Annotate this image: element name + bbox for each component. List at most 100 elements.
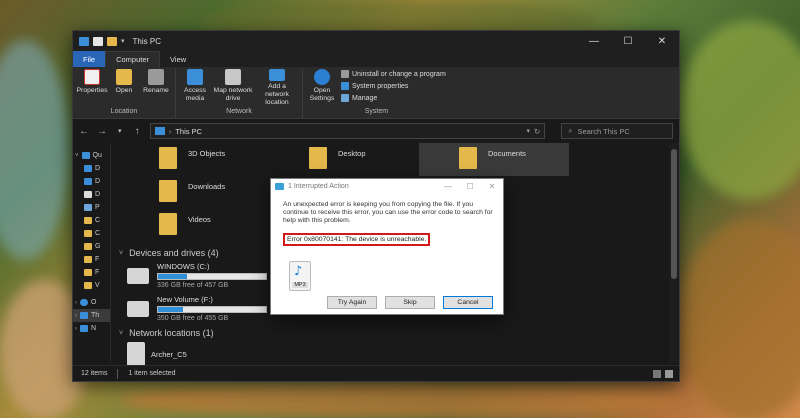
maximize-button[interactable]: ☐ bbox=[611, 31, 645, 51]
navigation-pane: ˅ Qu D D D P C C G F F V › O › Th › N bbox=[73, 143, 111, 363]
folder-icon bbox=[84, 282, 92, 289]
nav-item[interactable]: P bbox=[73, 201, 110, 214]
large-icons-view-icon[interactable] bbox=[665, 369, 673, 378]
maximize-button[interactable]: ☐ bbox=[459, 179, 481, 193]
dialog-message: An unexpected error is keeping you from … bbox=[283, 201, 493, 224]
tab-file[interactable]: File bbox=[73, 51, 106, 67]
file-type-label: MP3 bbox=[292, 282, 308, 288]
title-bar[interactable]: ▾ This PC — ☐ ✕ bbox=[73, 31, 679, 51]
recent-locations-icon[interactable]: ▾ bbox=[115, 127, 124, 135]
wallpaper-water bbox=[0, 40, 70, 260]
ribbon-group-location: Properties Open Rename Location bbox=[73, 69, 176, 118]
open-button[interactable]: Open bbox=[109, 69, 139, 107]
wallpaper-leaves bbox=[120, 380, 680, 418]
error-message: Error 0x80070141: The device is unreacha… bbox=[283, 233, 431, 246]
nav-item-this-pc[interactable]: › Th bbox=[73, 309, 110, 322]
add-network-location-button[interactable]: Add a network location bbox=[256, 69, 298, 107]
ribbon-tabs: File Computer View bbox=[73, 51, 679, 67]
view-toggle bbox=[653, 369, 679, 378]
uninstall-program-button[interactable]: Uninstall or change a program bbox=[341, 69, 446, 79]
group-label-system: System bbox=[364, 108, 389, 115]
new-folder-icon[interactable] bbox=[107, 36, 117, 46]
nav-label: G bbox=[95, 243, 101, 250]
details-view-icon[interactable] bbox=[653, 369, 661, 378]
chevron-down-icon: ˅ bbox=[119, 329, 124, 337]
dialog-title-bar[interactable]: 1 Interrupted Action — ☐ ✕ bbox=[271, 179, 503, 193]
close-button[interactable]: ✕ bbox=[481, 179, 503, 193]
dialog-controls: — ☐ ✕ bbox=[437, 179, 503, 193]
windows-drive-icon bbox=[127, 268, 149, 284]
this-pc-icon bbox=[80, 312, 88, 319]
properties-button[interactable]: Properties bbox=[77, 69, 108, 107]
tab-view[interactable]: View bbox=[160, 51, 196, 67]
map-network-drive-button[interactable]: Map network drive bbox=[212, 69, 254, 107]
desktop-icon bbox=[84, 165, 92, 172]
nav-item[interactable]: D bbox=[73, 162, 110, 175]
nav-item[interactable]: D bbox=[73, 175, 110, 188]
open-settings-button[interactable]: Open Settings bbox=[307, 69, 337, 107]
folder-label: Downloads bbox=[188, 182, 226, 191]
nav-item[interactable]: V bbox=[73, 279, 110, 292]
drive-free-space: 350 GB free of 455 GB bbox=[157, 315, 229, 322]
address-bar[interactable]: › This PC ▾ ↻ bbox=[149, 123, 546, 139]
interrupted-action-dialog: 1 Interrupted Action — ☐ ✕ An unexpected… bbox=[270, 178, 504, 315]
nav-item-onedrive[interactable]: › O bbox=[73, 296, 110, 309]
nav-label: N bbox=[91, 325, 97, 332]
nav-label: C bbox=[95, 230, 101, 237]
folder-item-downloads[interactable]: Downloads bbox=[119, 176, 269, 209]
cancel-button[interactable]: Cancel bbox=[443, 296, 493, 309]
properties-icon[interactable] bbox=[93, 36, 103, 46]
network-server-icon bbox=[127, 342, 145, 366]
nav-item-quick-access[interactable]: ˅ Qu bbox=[73, 149, 110, 162]
search-input[interactable]: ⌕ Search This PC bbox=[561, 123, 674, 139]
drive-usage-bar bbox=[157, 273, 267, 280]
minimize-button[interactable]: — bbox=[577, 31, 611, 51]
scrollbar-thumb[interactable] bbox=[671, 149, 677, 279]
nav-item[interactable]: C bbox=[73, 227, 110, 240]
manage-button[interactable]: Manage bbox=[341, 93, 446, 103]
downloads-icon bbox=[84, 178, 92, 185]
access-media-button[interactable]: Access media bbox=[180, 69, 210, 107]
nav-label: O bbox=[91, 299, 97, 306]
nav-item[interactable]: F bbox=[73, 253, 110, 266]
network-location-label: Archer_C5 bbox=[151, 349, 187, 359]
folder-item-desktop[interactable]: Desktop bbox=[269, 143, 419, 176]
customize-toolbar-icon[interactable]: ▾ bbox=[121, 37, 125, 45]
folder-item-documents[interactable]: Documents bbox=[419, 143, 569, 176]
refresh-icon[interactable]: ↻ bbox=[534, 127, 540, 136]
back-arrow-icon[interactable]: ← bbox=[79, 126, 89, 137]
nav-item[interactable]: D bbox=[73, 188, 110, 201]
nav-item[interactable]: F bbox=[73, 266, 110, 279]
rename-button[interactable]: Rename bbox=[141, 69, 171, 107]
vertical-scrollbar[interactable] bbox=[669, 143, 679, 363]
try-again-button[interactable]: Try Again bbox=[327, 296, 377, 309]
address-dropdown-icon[interactable]: ▾ bbox=[526, 127, 530, 135]
folder-label: Documents bbox=[488, 149, 526, 158]
forward-arrow-icon[interactable]: → bbox=[97, 126, 107, 137]
ribbon-group-system: Open Settings Uninstall or change a prog… bbox=[303, 69, 450, 118]
folder-item-3d-objects[interactable]: 3D Objects bbox=[119, 143, 269, 176]
nav-label: F bbox=[95, 256, 100, 263]
nav-item-network[interactable]: › N bbox=[73, 322, 110, 335]
system-properties-button[interactable]: System properties bbox=[341, 81, 446, 91]
drive-name: WINDOWS (C:) bbox=[157, 262, 210, 271]
nav-label: Th bbox=[91, 312, 100, 319]
documents-folder-icon bbox=[459, 147, 477, 169]
close-button[interactable]: ✕ bbox=[645, 31, 679, 51]
nav-item[interactable]: C bbox=[73, 214, 110, 227]
add-network-location-label: Add a network location bbox=[265, 83, 289, 106]
status-bar: 12 items 1 item selected bbox=[73, 365, 679, 381]
section-header-network[interactable]: ˅ Network locations (1) bbox=[119, 328, 679, 338]
skip-button[interactable]: Skip bbox=[385, 296, 435, 309]
up-arrow-icon[interactable]: ↑ bbox=[132, 126, 141, 137]
system-small-buttons: Uninstall or change a program System pro… bbox=[339, 69, 446, 107]
network-location-item[interactable]: Archer_C5 bbox=[119, 342, 679, 366]
uninstall-icon bbox=[341, 70, 349, 78]
folder-item-videos[interactable]: Videos bbox=[119, 209, 269, 242]
nav-item[interactable]: G bbox=[73, 240, 110, 253]
drive-usage-fill bbox=[158, 307, 183, 312]
open-label: Open bbox=[115, 87, 133, 94]
tab-computer[interactable]: Computer bbox=[105, 51, 161, 67]
minimize-button[interactable]: — bbox=[437, 179, 459, 193]
breadcrumb[interactable]: This PC bbox=[175, 127, 202, 136]
